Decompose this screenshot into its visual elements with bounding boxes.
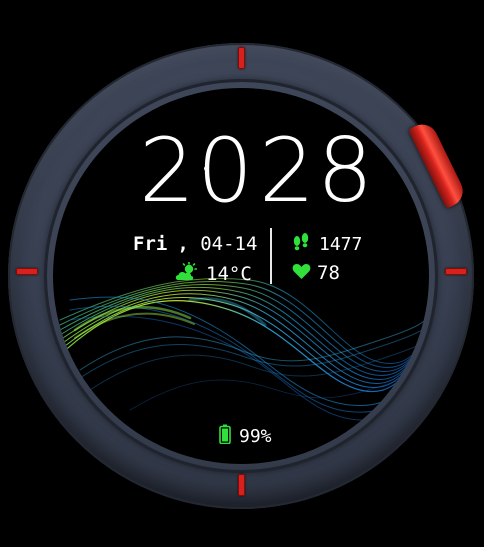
battery-complication[interactable]: 99% — [219, 424, 272, 448]
battery-value: 99% — [239, 425, 272, 447]
cloud-sun-icon — [174, 261, 200, 286]
footsteps-icon — [291, 233, 311, 255]
weather-complication[interactable]: 14°C — [174, 261, 252, 286]
heart-rate-value: 78 — [317, 262, 340, 284]
info-divider — [270, 228, 272, 284]
heart-icon — [292, 263, 311, 284]
hour-center-dot — [204, 166, 209, 171]
minutes-text: 28 — [259, 119, 375, 222]
heart-rate-complication[interactable]: 78 — [292, 262, 340, 284]
date-display: Fri, 04-14 — [133, 233, 257, 255]
temperature-text: 14°C — [206, 263, 252, 285]
watch-face: 20 28 Fri, 04-14 14°C 1477 78 99% — [0, 0, 484, 547]
date-separator: , — [177, 233, 189, 255]
battery-icon — [219, 424, 231, 448]
steps-complication[interactable]: 1477 — [291, 233, 362, 255]
weekday-text: Fri — [133, 233, 168, 255]
date-text: 04-14 — [200, 233, 258, 255]
hours-text: 20 — [139, 119, 255, 222]
steps-value: 1477 — [319, 233, 363, 255]
